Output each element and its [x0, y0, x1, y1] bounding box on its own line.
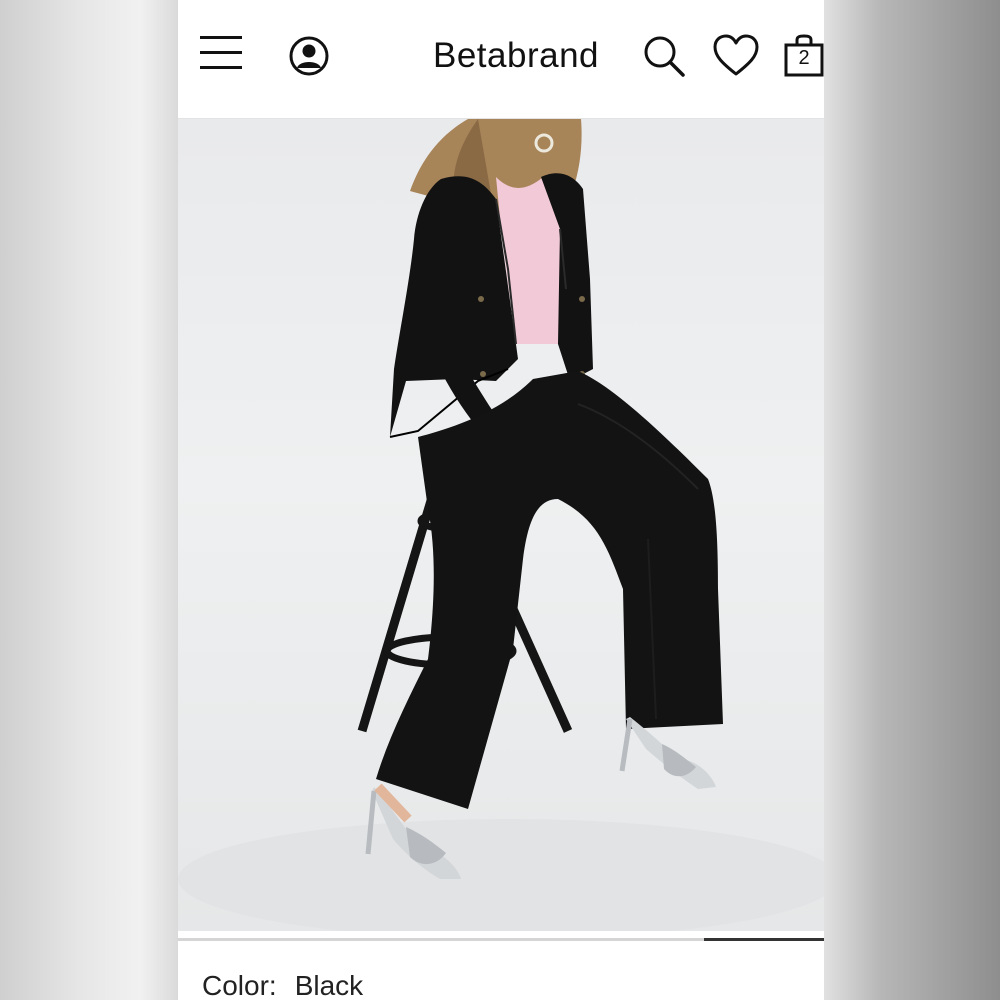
account-icon[interactable] [288, 35, 330, 77]
carousel-progress-indicator [704, 938, 824, 941]
color-selector-label: Color: Black [202, 970, 363, 1000]
brand-logo[interactable]: Betabrand [418, 36, 614, 76]
menu-icon[interactable] [198, 33, 244, 73]
search-icon[interactable] [642, 34, 686, 78]
bag-icon[interactable]: 2 [784, 34, 824, 78]
carousel-progress [178, 938, 824, 941]
color-value: Black [294, 970, 364, 1000]
site-header: Betabrand 2 [178, 0, 824, 119]
heart-icon[interactable] [712, 34, 760, 78]
cart-count: 2 [798, 47, 810, 69]
mobile-page: Betabrand 2 Color: Black [178, 0, 824, 1000]
color-label: Color: [202, 970, 277, 1000]
product-photo[interactable] [178, 119, 824, 931]
